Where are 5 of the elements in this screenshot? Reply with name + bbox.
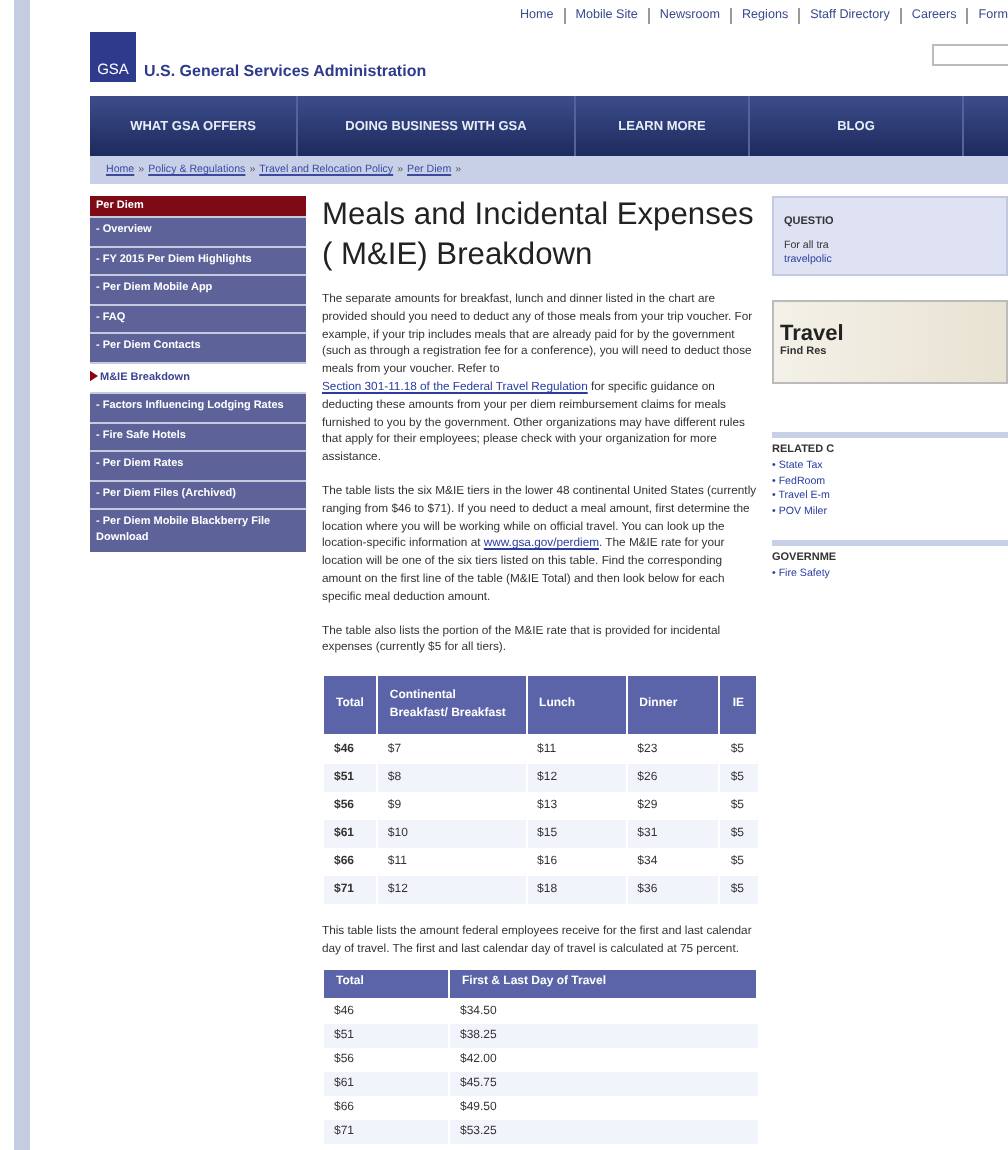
page-title: Meals and Incidental Expenses ( M&IE) Breakdown [322,196,756,276]
banner-title: Travel [780,324,846,346]
search-field[interactable] [932,44,1008,66]
pointer-icon [90,369,98,381]
agency-name: U.S. General Services Administration [144,62,427,80]
